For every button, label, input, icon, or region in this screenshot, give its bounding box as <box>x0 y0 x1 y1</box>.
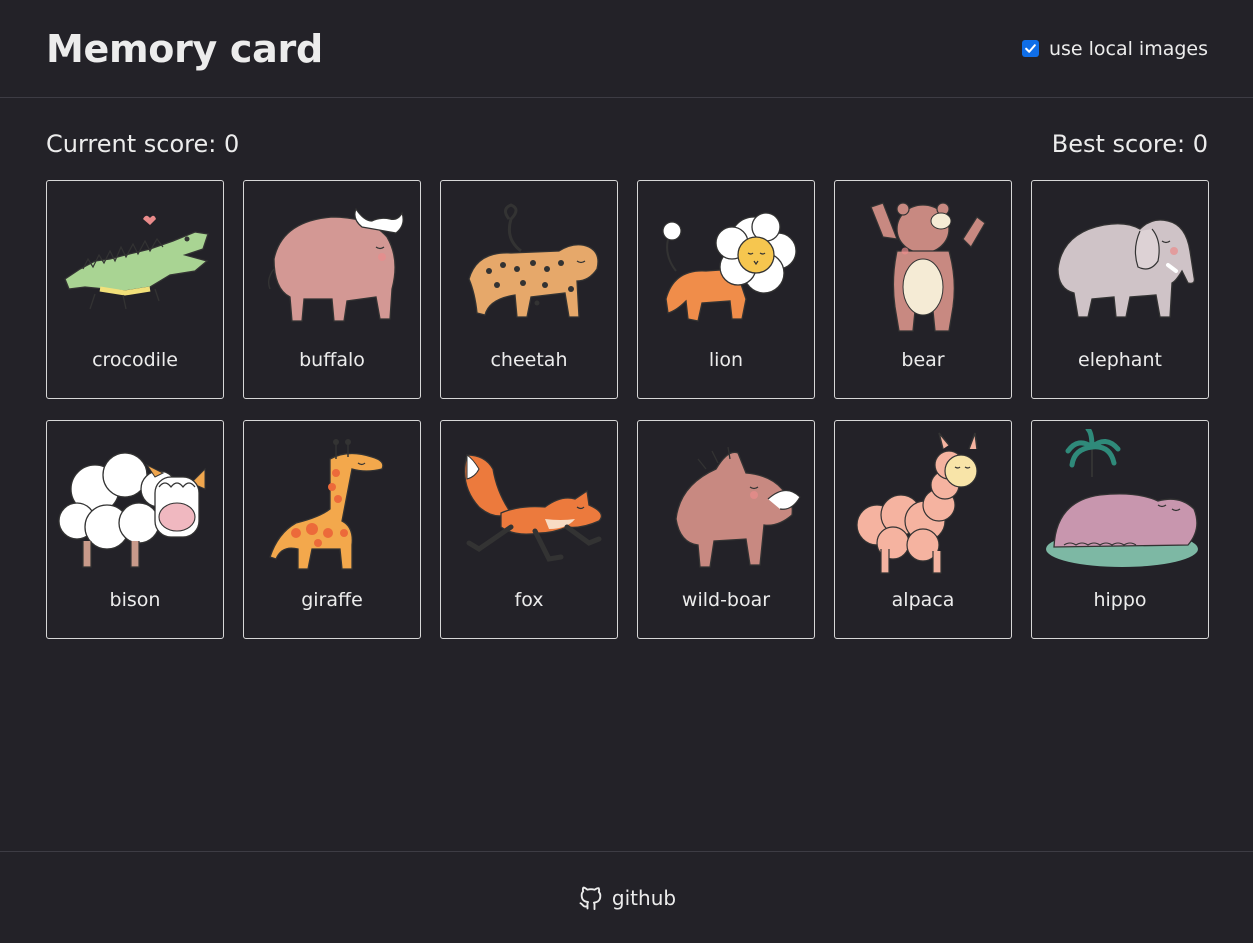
card-label: bear <box>901 349 945 371</box>
card-label: cheetah <box>490 349 568 371</box>
wild-boar-image <box>646 429 806 579</box>
bison-image <box>55 429 215 579</box>
local-images-toggle[interactable]: use local images <box>1021 37 1208 60</box>
local-images-checkbox[interactable] <box>1021 40 1039 57</box>
lion-image <box>646 189 806 339</box>
card-label: bison <box>109 589 161 611</box>
card-cheetah[interactable]: cheetah <box>440 180 618 399</box>
card-grid: crocodile buffalo cheetah lion bear elep… <box>46 180 1209 639</box>
check-icon <box>1025 44 1036 53</box>
card-label: hippo <box>1093 589 1147 611</box>
alpaca-image <box>843 429 1003 579</box>
card-label: lion <box>708 349 744 371</box>
card-buffalo[interactable]: buffalo <box>243 180 421 399</box>
card-bear[interactable]: bear <box>834 180 1012 399</box>
header: Memory card use local images <box>0 0 1253 98</box>
buffalo-image <box>252 189 412 339</box>
card-hippo[interactable]: hippo <box>1031 420 1209 639</box>
scoreboard: Current score: 0 Best score: 0 <box>46 130 1208 158</box>
card-label: buffalo <box>299 349 365 371</box>
footer: github <box>0 851 1253 943</box>
local-images-label: use local images <box>1048 37 1208 60</box>
page-title: Memory card <box>46 26 323 71</box>
fox-image <box>449 429 609 579</box>
github-icon <box>579 886 602 910</box>
card-lion[interactable]: lion <box>637 180 815 399</box>
card-elephant[interactable]: elephant <box>1031 180 1209 399</box>
card-alpaca[interactable]: alpaca <box>834 420 1012 639</box>
giraffe-image <box>252 429 412 579</box>
github-link[interactable]: github <box>577 884 676 912</box>
card-giraffe[interactable]: giraffe <box>243 420 421 639</box>
card-label: giraffe <box>301 589 363 611</box>
github-label: github <box>611 885 677 910</box>
hippo-image <box>1040 429 1200 579</box>
card-bison[interactable]: bison <box>46 420 224 639</box>
crocodile-image <box>55 189 215 339</box>
card-wild-boar[interactable]: wild-boar <box>637 420 815 639</box>
elephant-image <box>1040 189 1200 339</box>
card-label: crocodile <box>92 349 178 371</box>
card-label: elephant <box>1078 349 1162 371</box>
card-crocodile[interactable]: crocodile <box>46 180 224 399</box>
best-score: Best score: 0 <box>1051 130 1208 158</box>
card-label: fox <box>514 589 544 611</box>
card-fox[interactable]: fox <box>440 420 618 639</box>
current-score: Current score: 0 <box>46 130 240 158</box>
bear-image <box>843 189 1003 339</box>
card-label: alpaca <box>891 589 955 611</box>
card-label: wild-boar <box>681 589 771 611</box>
cheetah-image <box>449 189 609 339</box>
